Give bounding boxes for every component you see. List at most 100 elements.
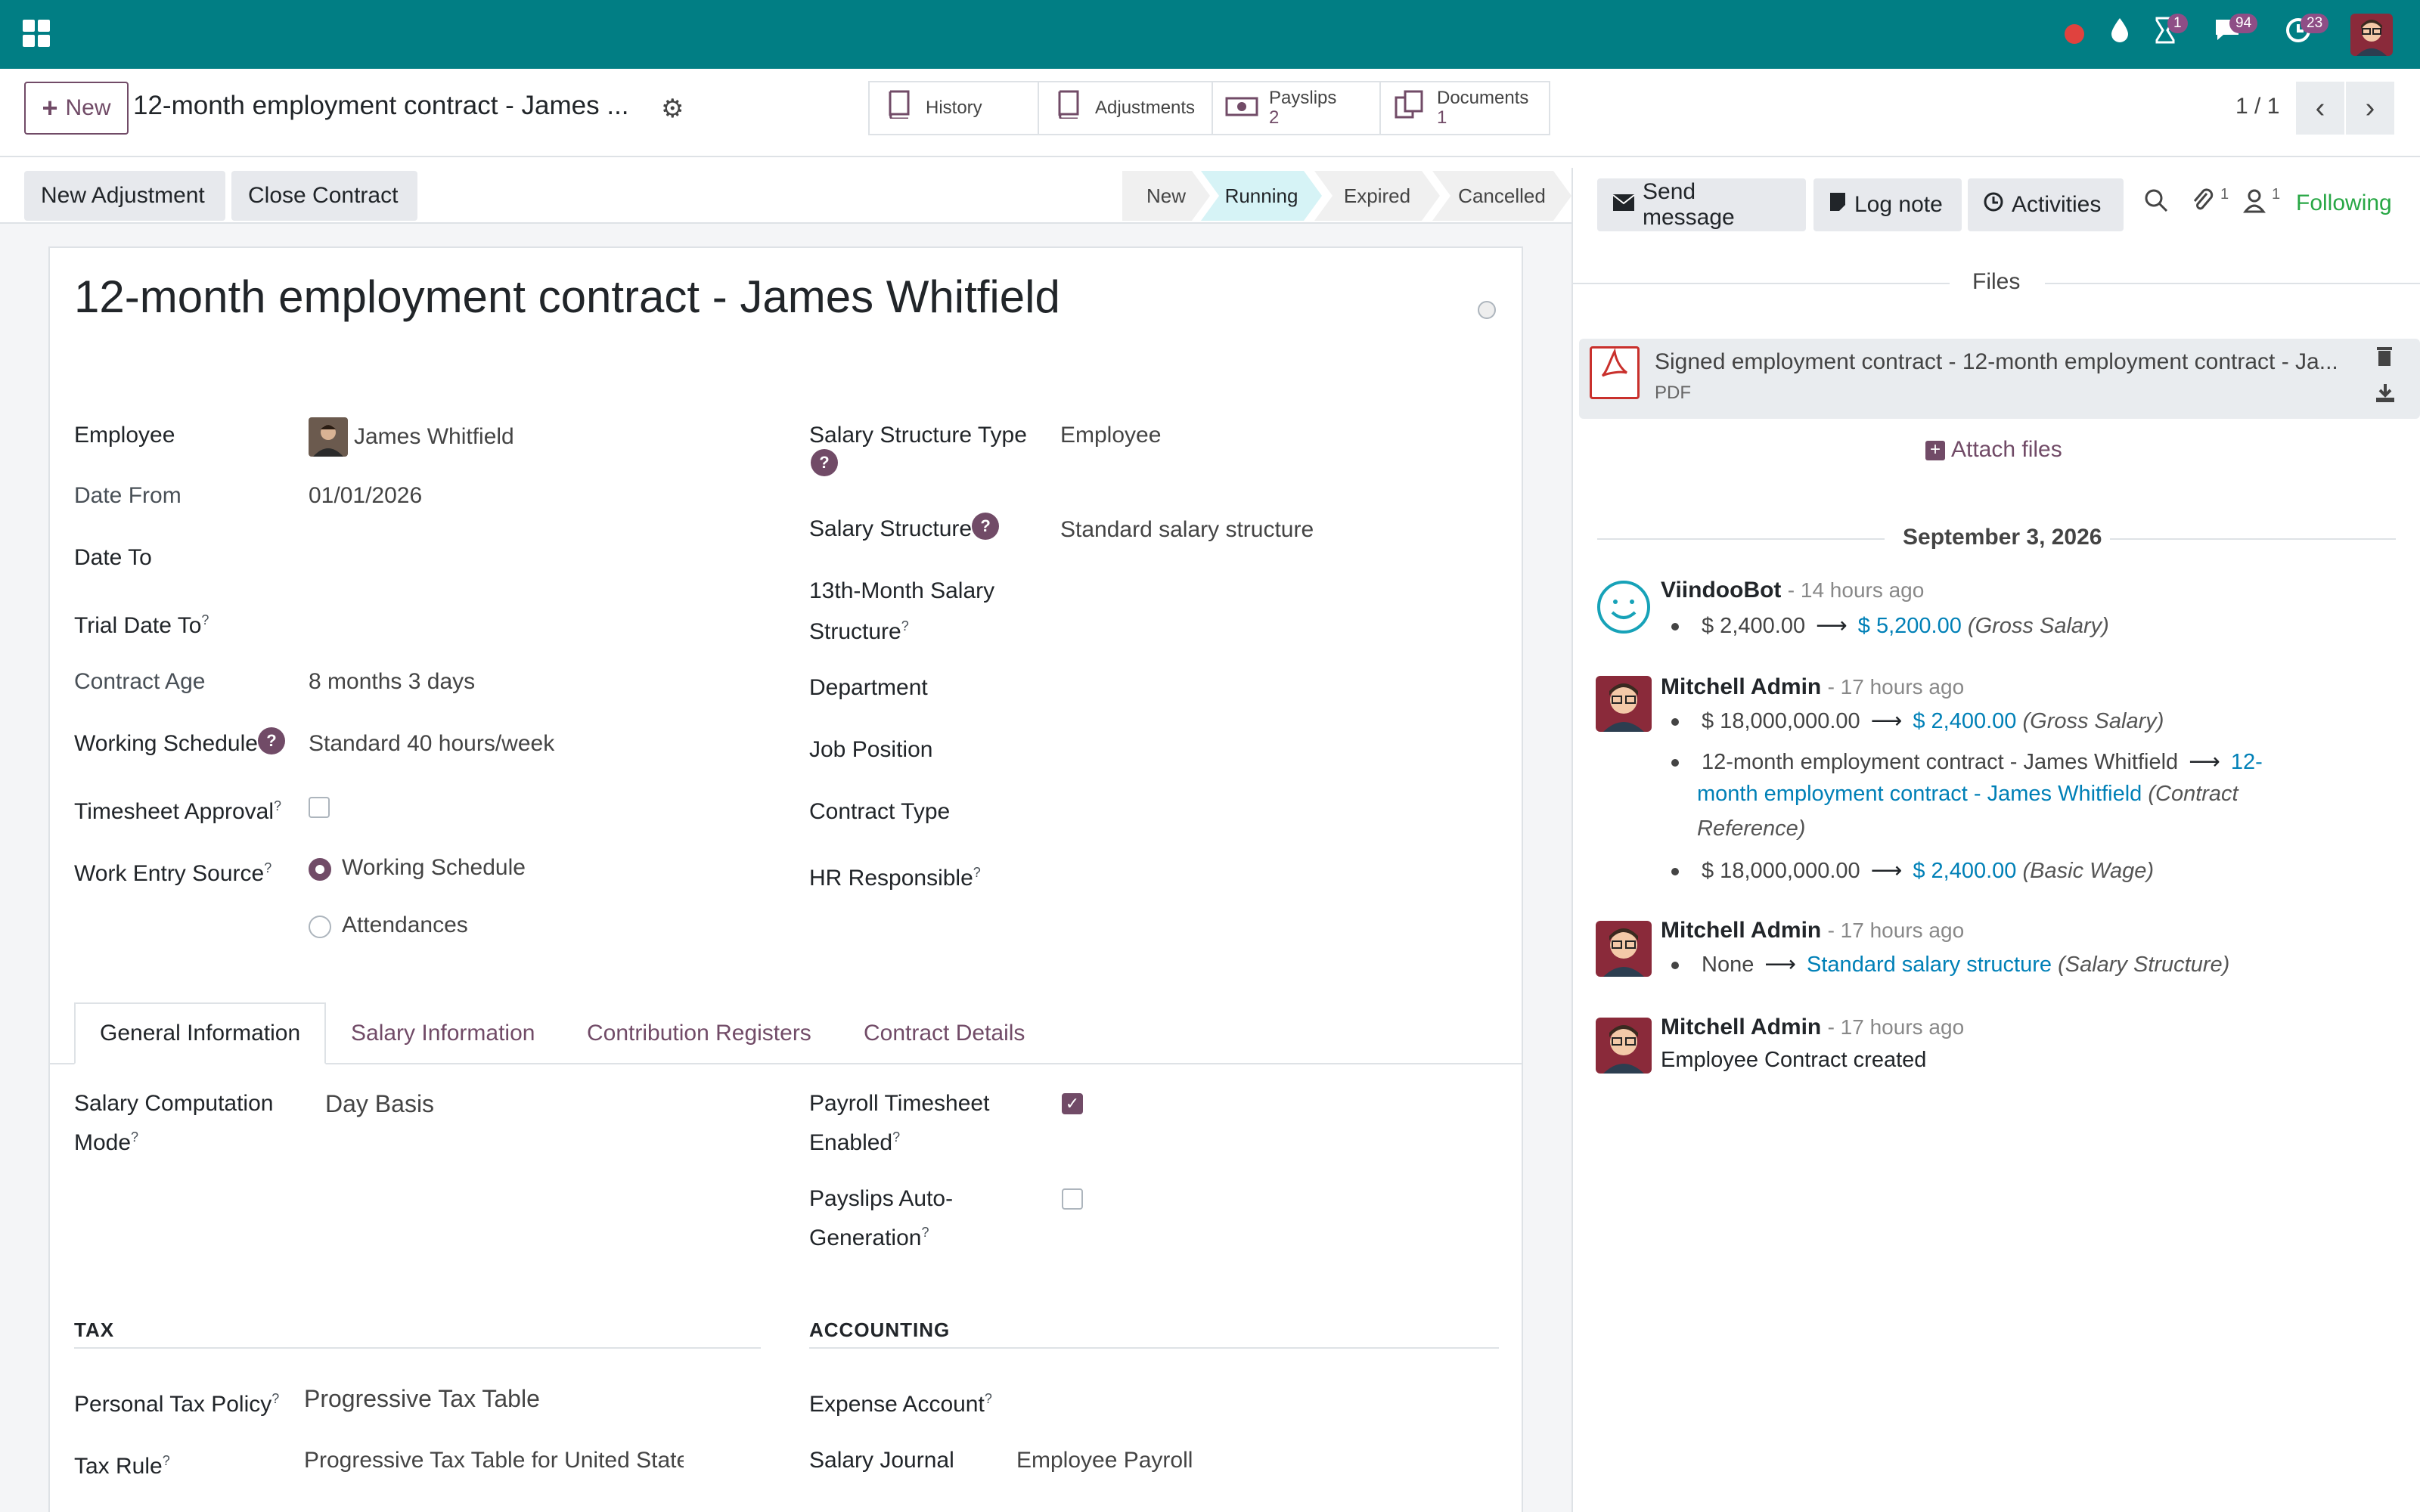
contract-title[interactable]: 12-month employment contract - James Whi… (74, 271, 1060, 323)
stage-expired[interactable]: Expired (1314, 171, 1440, 221)
recording-indicator-icon[interactable] (2065, 24, 2084, 44)
help-marker[interactable]: ? (163, 1453, 170, 1468)
timesheet-approval-text: Timesheet Approval (74, 799, 275, 824)
messages-icon[interactable]: 94 (2210, 14, 2258, 51)
tracking-line: $ 18,000,000.00 ⟶ $ 2,400.00 (Basic Wage… (1671, 857, 2154, 884)
kanban-state-indicator[interactable] (1478, 301, 1496, 319)
follower-icon[interactable] (2242, 187, 2266, 220)
chatter-divider (1571, 168, 1573, 1512)
message-author[interactable]: Mitchell Admin - 17 hours ago (1661, 918, 1964, 943)
following-button[interactable]: Following (2296, 191, 2392, 216)
attachment-name[interactable]: Signed employment contract - 12-month em… (1655, 349, 2350, 375)
message-author[interactable]: Mitchell Admin - 17 hours ago (1661, 674, 1964, 700)
stage-new[interactable]: New (1122, 171, 1210, 221)
payslips-smart-button[interactable]: Payslips 2 (1213, 82, 1381, 134)
files-header: Files (1972, 269, 2021, 294)
activity-badge: 1 (2167, 14, 2188, 33)
adjustments-smart-button[interactable]: Adjustments (1039, 82, 1213, 134)
pager-value[interactable]: 1 / 1 (2235, 94, 2279, 119)
personal-tax-policy-value[interactable]: Progressive Tax Table (304, 1382, 540, 1415)
control-panel-divider (0, 156, 2420, 157)
files-divider-right (2045, 283, 2420, 284)
employee-label: Employee (74, 423, 175, 448)
help-icon[interactable]: ? (811, 449, 838, 476)
date-from-value[interactable]: 01/01/2026 (309, 479, 422, 513)
smart-buttons: History Adjustments Payslips 2 Documents… (868, 81, 1550, 135)
follower-count: 1 (2272, 186, 2281, 203)
help-marker[interactable]: ? (973, 865, 981, 880)
help-marker[interactable]: ? (985, 1391, 992, 1406)
help-marker[interactable]: ? (274, 798, 281, 813)
clock-badge: 23 (2301, 14, 2329, 33)
search-icon[interactable] (2143, 187, 2169, 220)
gear-icon[interactable]: ⚙ (661, 94, 684, 124)
contract-type-label: Contract Type (809, 799, 951, 824)
old-value: 12-month employment contract - James Whi… (1702, 750, 2179, 774)
help-icon[interactable]: ? (972, 513, 1000, 540)
salary-structure-text: Salary Structure (809, 516, 973, 541)
close-contract-button[interactable]: Close Contract (231, 171, 417, 221)
salary-journal-value[interactable]: Employee Payroll (1016, 1444, 1193, 1477)
payslips-auto-checkbox[interactable] (1062, 1188, 1083, 1210)
activities-button[interactable]: Activities (1968, 178, 2124, 231)
tab-contribution-registers[interactable]: Contribution Registers (563, 1002, 836, 1064)
salary-structure-type-value[interactable]: Employee (1060, 419, 1161, 452)
message-author[interactable]: ViindooBot - 14 hours ago (1661, 578, 1924, 603)
field-name-line1: (Contract (2148, 782, 2238, 806)
trial-date-to-label: Trial Date To? (74, 603, 209, 643)
help-marker[interactable]: ? (901, 618, 909, 634)
message-time: - 17 hours ago (1827, 919, 1965, 942)
stage-cancelled[interactable]: Cancelled (1432, 171, 1571, 221)
log-note-button[interactable]: Log note (1813, 178, 1962, 231)
download-icon[interactable] (2375, 383, 2396, 410)
tab-contract-details[interactable]: Contract Details (839, 1002, 1049, 1064)
help-icon[interactable]: ? (257, 727, 285, 754)
trash-icon[interactable] (2375, 345, 2394, 373)
help-marker[interactable]: ? (201, 612, 209, 627)
salary-computation-value[interactable]: Day Basis (325, 1087, 434, 1120)
working-schedule-value[interactable]: Standard 40 hours/week (309, 727, 554, 761)
help-marker[interactable]: ? (271, 1391, 279, 1406)
tracking-line-continued: month employment contract - James Whitfi… (1697, 782, 2238, 807)
attach-files-button[interactable]: + Attach files (1925, 437, 2062, 463)
field-name-line2: Reference) (1697, 816, 1806, 841)
help-marker[interactable]: ? (892, 1129, 900, 1145)
plus-icon: + (42, 92, 58, 123)
timesheet-approval-checkbox[interactable] (309, 797, 330, 818)
next-record-button[interactable]: › (2346, 82, 2394, 135)
tab-general-information[interactable]: General Information (74, 1002, 327, 1064)
working-schedule-radio-label[interactable]: Working Schedule (342, 851, 526, 885)
previous-record-button[interactable]: ‹ (2296, 82, 2344, 135)
salary-structure-value[interactable]: Standard salary structure (1060, 513, 1314, 547)
new-adjustment-button[interactable]: New Adjustment (24, 171, 225, 221)
message-author[interactable]: Mitchell Admin - 17 hours ago (1661, 1015, 1964, 1040)
history-smart-button[interactable]: History (870, 82, 1039, 134)
apps-menu-icon[interactable] (23, 20, 50, 47)
old-value: None (1702, 953, 1754, 977)
clock-icon[interactable]: 23 (2281, 14, 2329, 51)
contract-age-label: Contract Age (74, 669, 206, 694)
message-time: - 14 hours ago (1787, 578, 1925, 602)
help-marker[interactable]: ? (921, 1225, 929, 1240)
salary-computation-label-line2: Mode? (74, 1120, 138, 1160)
activity-hourglass-icon[interactable]: 1 (2148, 14, 2188, 51)
message-time: - 17 hours ago (1827, 675, 1965, 699)
drop-icon[interactable] (2102, 17, 2137, 51)
attendances-radio-label[interactable]: Attendances (342, 909, 468, 942)
help-marker[interactable]: ? (131, 1129, 138, 1145)
send-message-button[interactable]: Send message (1597, 178, 1806, 231)
attendances-radio[interactable] (309, 916, 331, 938)
working-schedule-radio[interactable] (309, 858, 331, 881)
tax-rule-value[interactable]: Progressive Tax Table for United State (304, 1444, 684, 1477)
book-icon (1051, 90, 1084, 126)
paperclip-icon[interactable] (2190, 187, 2214, 220)
help-marker[interactable]: ? (264, 860, 271, 875)
stage-running[interactable]: Running (1201, 171, 1322, 221)
employee-value[interactable]: James Whitfield (354, 420, 514, 454)
documents-smart-button[interactable]: Documents 1 (1381, 82, 1549, 134)
new-button[interactable]: + New (24, 82, 129, 135)
user-avatar[interactable] (2350, 14, 2393, 56)
tab-salary-information[interactable]: Salary Information (327, 1002, 559, 1064)
payslips-count: 2 (1269, 107, 1280, 128)
payroll-timesheet-checkbox[interactable]: ✓ (1062, 1093, 1083, 1114)
